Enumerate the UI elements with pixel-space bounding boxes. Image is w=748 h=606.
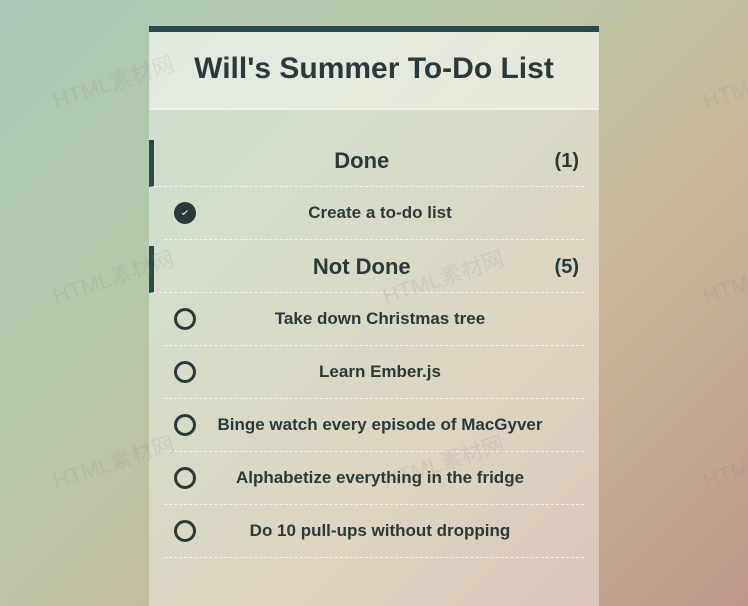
section-header-notdone: Not Done (5): [149, 246, 584, 293]
section-title: Not Done: [169, 254, 555, 280]
todo-label: Alphabetize everything in the fridge: [196, 468, 584, 488]
circle-outline-icon[interactable]: [174, 361, 196, 383]
todo-item[interactable]: Binge watch every episode of MacGyver: [164, 399, 584, 452]
todo-label: Do 10 pull-ups without dropping: [196, 521, 584, 541]
card-header: Will's Summer To-Do List: [149, 32, 599, 110]
todo-item[interactable]: Do 10 pull-ups without dropping: [164, 505, 584, 558]
todo-item[interactable]: Create a to-do list: [164, 187, 584, 240]
card-body: Done (1) Create a to-do list Not Done (5…: [149, 110, 599, 573]
section-count: (1): [555, 150, 584, 173]
page-title: Will's Summer To-Do List: [169, 52, 579, 86]
watermark: HTML素材网: [698, 46, 748, 115]
todo-label: Take down Christmas tree: [196, 309, 584, 329]
todo-label: Learn Ember.js: [196, 362, 584, 382]
circle-outline-icon[interactable]: [174, 414, 196, 436]
circle-outline-icon[interactable]: [174, 520, 196, 542]
checkmark-circle-icon[interactable]: [174, 202, 196, 224]
section-title: Done: [169, 148, 555, 174]
todo-item[interactable]: Learn Ember.js: [164, 346, 584, 399]
todo-item[interactable]: Take down Christmas tree: [164, 293, 584, 346]
circle-outline-icon[interactable]: [174, 308, 196, 330]
section-header-done: Done (1): [149, 140, 584, 187]
todo-label: Binge watch every episode of MacGyver: [196, 415, 584, 435]
section-count: (5): [555, 256, 584, 279]
watermark: HTML素材网: [698, 241, 748, 310]
circle-outline-icon[interactable]: [174, 467, 196, 489]
watermark: HTML素材网: [698, 426, 748, 495]
todo-item[interactable]: Alphabetize everything in the fridge: [164, 452, 584, 505]
todo-label: Create a to-do list: [196, 203, 584, 223]
todo-card: Will's Summer To-Do List Done (1) Create…: [149, 26, 599, 606]
